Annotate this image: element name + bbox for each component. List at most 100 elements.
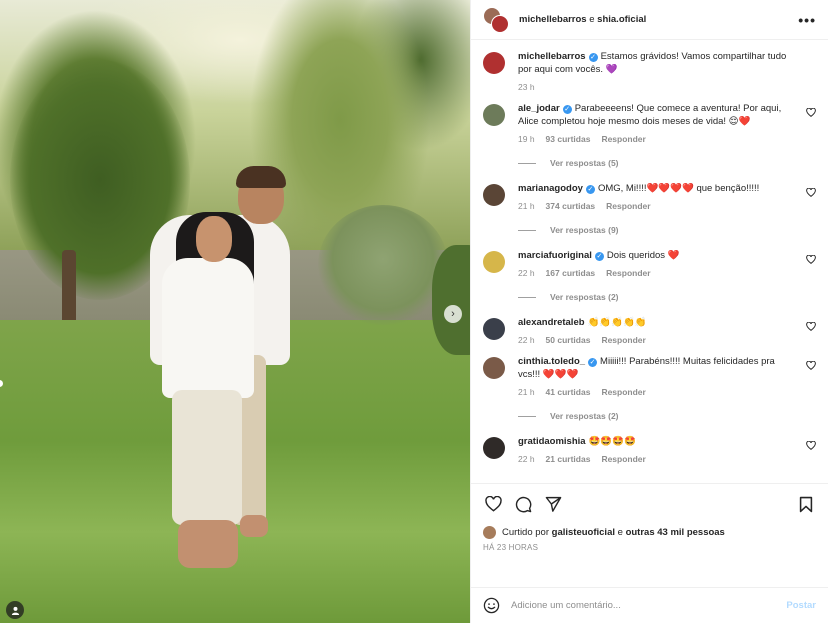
post-header: michellebarros e shia.oficial ••• xyxy=(471,0,828,40)
liked-by-prefix: Curtido por xyxy=(502,527,549,538)
view-replies-button[interactable]: Ver respostas (2) xyxy=(518,411,816,421)
author-conjunction: e xyxy=(589,14,595,25)
comment: marianagodoy ✓ OMG, Mi!!!!❤️❤️❤️❤️ que ben… xyxy=(483,182,816,211)
avatar[interactable] xyxy=(491,14,509,33)
emoji-icon[interactable] xyxy=(483,597,501,615)
avatar[interactable] xyxy=(483,357,505,379)
comment-username[interactable]: marciafuoriginal xyxy=(518,250,592,261)
comment-time[interactable]: 22 h xyxy=(518,268,535,278)
post-photo[interactable]: › xyxy=(0,0,470,623)
comment-time[interactable]: 22 h xyxy=(518,335,535,345)
send-icon[interactable] xyxy=(543,494,563,514)
comment-like-heart-icon[interactable] xyxy=(806,321,816,333)
replies-divider xyxy=(518,162,536,164)
comment-time[interactable]: 21 h xyxy=(518,201,535,211)
comment-like-heart-icon[interactable] xyxy=(806,440,816,452)
photo-feet-man xyxy=(240,515,268,537)
photo-man-hair xyxy=(236,166,286,188)
comment-username[interactable]: marianagodoy xyxy=(518,183,583,194)
user-icon xyxy=(11,606,19,615)
comment-time[interactable]: 21 h xyxy=(518,387,535,397)
chevron-right-icon: › xyxy=(451,307,455,320)
view-replies-label: Ver respostas (2) xyxy=(550,411,619,421)
verified-badge-icon: ✓ xyxy=(585,185,595,194)
tagged-users-button[interactable] xyxy=(6,601,24,619)
verified-badge-icon: ✓ xyxy=(588,358,598,367)
bookmark-icon[interactable] xyxy=(796,494,816,514)
avatar[interactable] xyxy=(483,526,496,539)
caption: michellebarros ✓ Estamos grávidos! Vamos c… xyxy=(483,50,816,92)
comment-input[interactable]: Adicione um comentário... xyxy=(511,600,786,611)
post-time[interactable]: HÁ 23 HORAS xyxy=(483,543,816,552)
view-replies-button[interactable]: Ver respostas (2) xyxy=(518,292,816,302)
view-replies-label: Ver respostas (5) xyxy=(550,158,619,168)
view-replies-button[interactable]: Ver respostas (5) xyxy=(518,158,816,168)
comment-likes[interactable]: 374 curtidas xyxy=(546,201,596,211)
reply-button[interactable]: Responder xyxy=(601,134,645,144)
comment-icon[interactable] xyxy=(513,494,533,514)
reply-button[interactable]: Responder xyxy=(601,335,645,345)
comment-like-heart-icon[interactable] xyxy=(806,360,816,372)
author-link[interactable]: shia.oficial xyxy=(597,14,646,25)
author-link[interactable]: michellebarros xyxy=(519,14,587,25)
liked-by-conjunction: e xyxy=(617,527,623,538)
view-replies-label: Ver respostas (2) xyxy=(550,292,619,302)
comment-likes[interactable]: 93 curtidas xyxy=(546,134,591,144)
more-options-icon[interactable]: ••• xyxy=(798,12,816,28)
reply-button[interactable]: Responder xyxy=(601,454,645,464)
comment: marciafuoriginal ✓ Dois queridos ❤️ 22 h 1… xyxy=(483,249,816,278)
comment: ale_jodar ✓ Parabeeeens! Que comece a aven… xyxy=(483,102,816,144)
post-comment-button[interactable]: Postar xyxy=(786,600,816,611)
avatar[interactable] xyxy=(483,318,505,340)
view-replies-label: Ver respostas (9) xyxy=(550,225,619,235)
comment-username[interactable]: michellebarros xyxy=(518,51,586,62)
avatar[interactable] xyxy=(483,184,505,206)
reply-button[interactable]: Responder xyxy=(606,268,650,278)
comment-time[interactable]: 19 h xyxy=(518,134,535,144)
caption-time[interactable]: 23 h xyxy=(518,82,535,92)
comment-likes[interactable]: 21 curtidas xyxy=(546,454,591,464)
comment-username[interactable]: alexandretaleb xyxy=(518,317,585,328)
replies-divider xyxy=(518,415,536,417)
comment-text: Dois queridos ❤️ xyxy=(606,250,680,261)
photo-woman-pants xyxy=(172,390,242,525)
avatar[interactable] xyxy=(483,437,505,459)
comment-likes[interactable]: 167 curtidas xyxy=(546,268,596,278)
post-actions: Curtido por galisteuoficial e outras 43 … xyxy=(471,483,828,587)
photo-hedge xyxy=(432,245,470,355)
liked-by-others[interactable]: outras 43 mil pessoas xyxy=(626,527,725,538)
comment-username[interactable]: cinthia.toledo_ xyxy=(518,356,585,367)
avatar[interactable] xyxy=(483,251,505,273)
verified-badge-icon: ✓ xyxy=(594,252,604,261)
verified-badge-icon: ✓ xyxy=(588,53,598,62)
comment-like-heart-icon[interactable] xyxy=(806,187,816,199)
avatar[interactable] xyxy=(483,52,505,74)
reply-button[interactable]: Responder xyxy=(606,201,650,211)
comment-time[interactable]: 22 h xyxy=(518,454,535,464)
comment-text: OMG, Mi!!!!❤️❤️❤️❤️ que benção!!!!! xyxy=(597,183,760,194)
avatar[interactable] xyxy=(483,104,505,126)
comment-likes[interactable]: 41 curtidas xyxy=(546,387,591,397)
add-comment-bar: Adicione um comentário... Postar xyxy=(471,587,828,623)
post-side-panel: michellebarros e shia.oficial ••• michel… xyxy=(470,0,828,623)
liked-by-user[interactable]: galisteuoficial xyxy=(552,527,615,538)
heart-icon[interactable] xyxy=(483,494,503,514)
comment: alexandretaleb 👏👏👏👏👏 22 h 50 curtidas Res… xyxy=(483,316,816,345)
liked-by: Curtido por galisteuoficial e outras 43 … xyxy=(483,526,816,539)
photo-feet xyxy=(178,520,238,568)
view-replies-button[interactable]: Ver respostas (9) xyxy=(518,225,816,235)
next-photo-button[interactable]: › xyxy=(444,305,462,323)
comment-likes[interactable]: 50 curtidas xyxy=(546,335,591,345)
post-authors: michellebarros e shia.oficial xyxy=(519,14,798,25)
comment-like-heart-icon[interactable] xyxy=(806,254,816,266)
comment: cinthia.toledo_ ✓ Miiiii!!! Parabéns!!!! M… xyxy=(483,355,816,397)
comment-text: 🤩🤩🤩🤩 xyxy=(588,436,636,447)
photo-woman-top xyxy=(162,258,254,398)
header-avatars[interactable] xyxy=(483,6,509,33)
comment-like-heart-icon[interactable] xyxy=(806,107,816,119)
comment-username[interactable]: gratidaomishia xyxy=(518,436,586,447)
verified-badge-icon: ✓ xyxy=(562,105,572,114)
reply-button[interactable]: Responder xyxy=(601,387,645,397)
replies-divider xyxy=(518,296,536,298)
comment-username[interactable]: ale_jodar xyxy=(518,103,560,114)
